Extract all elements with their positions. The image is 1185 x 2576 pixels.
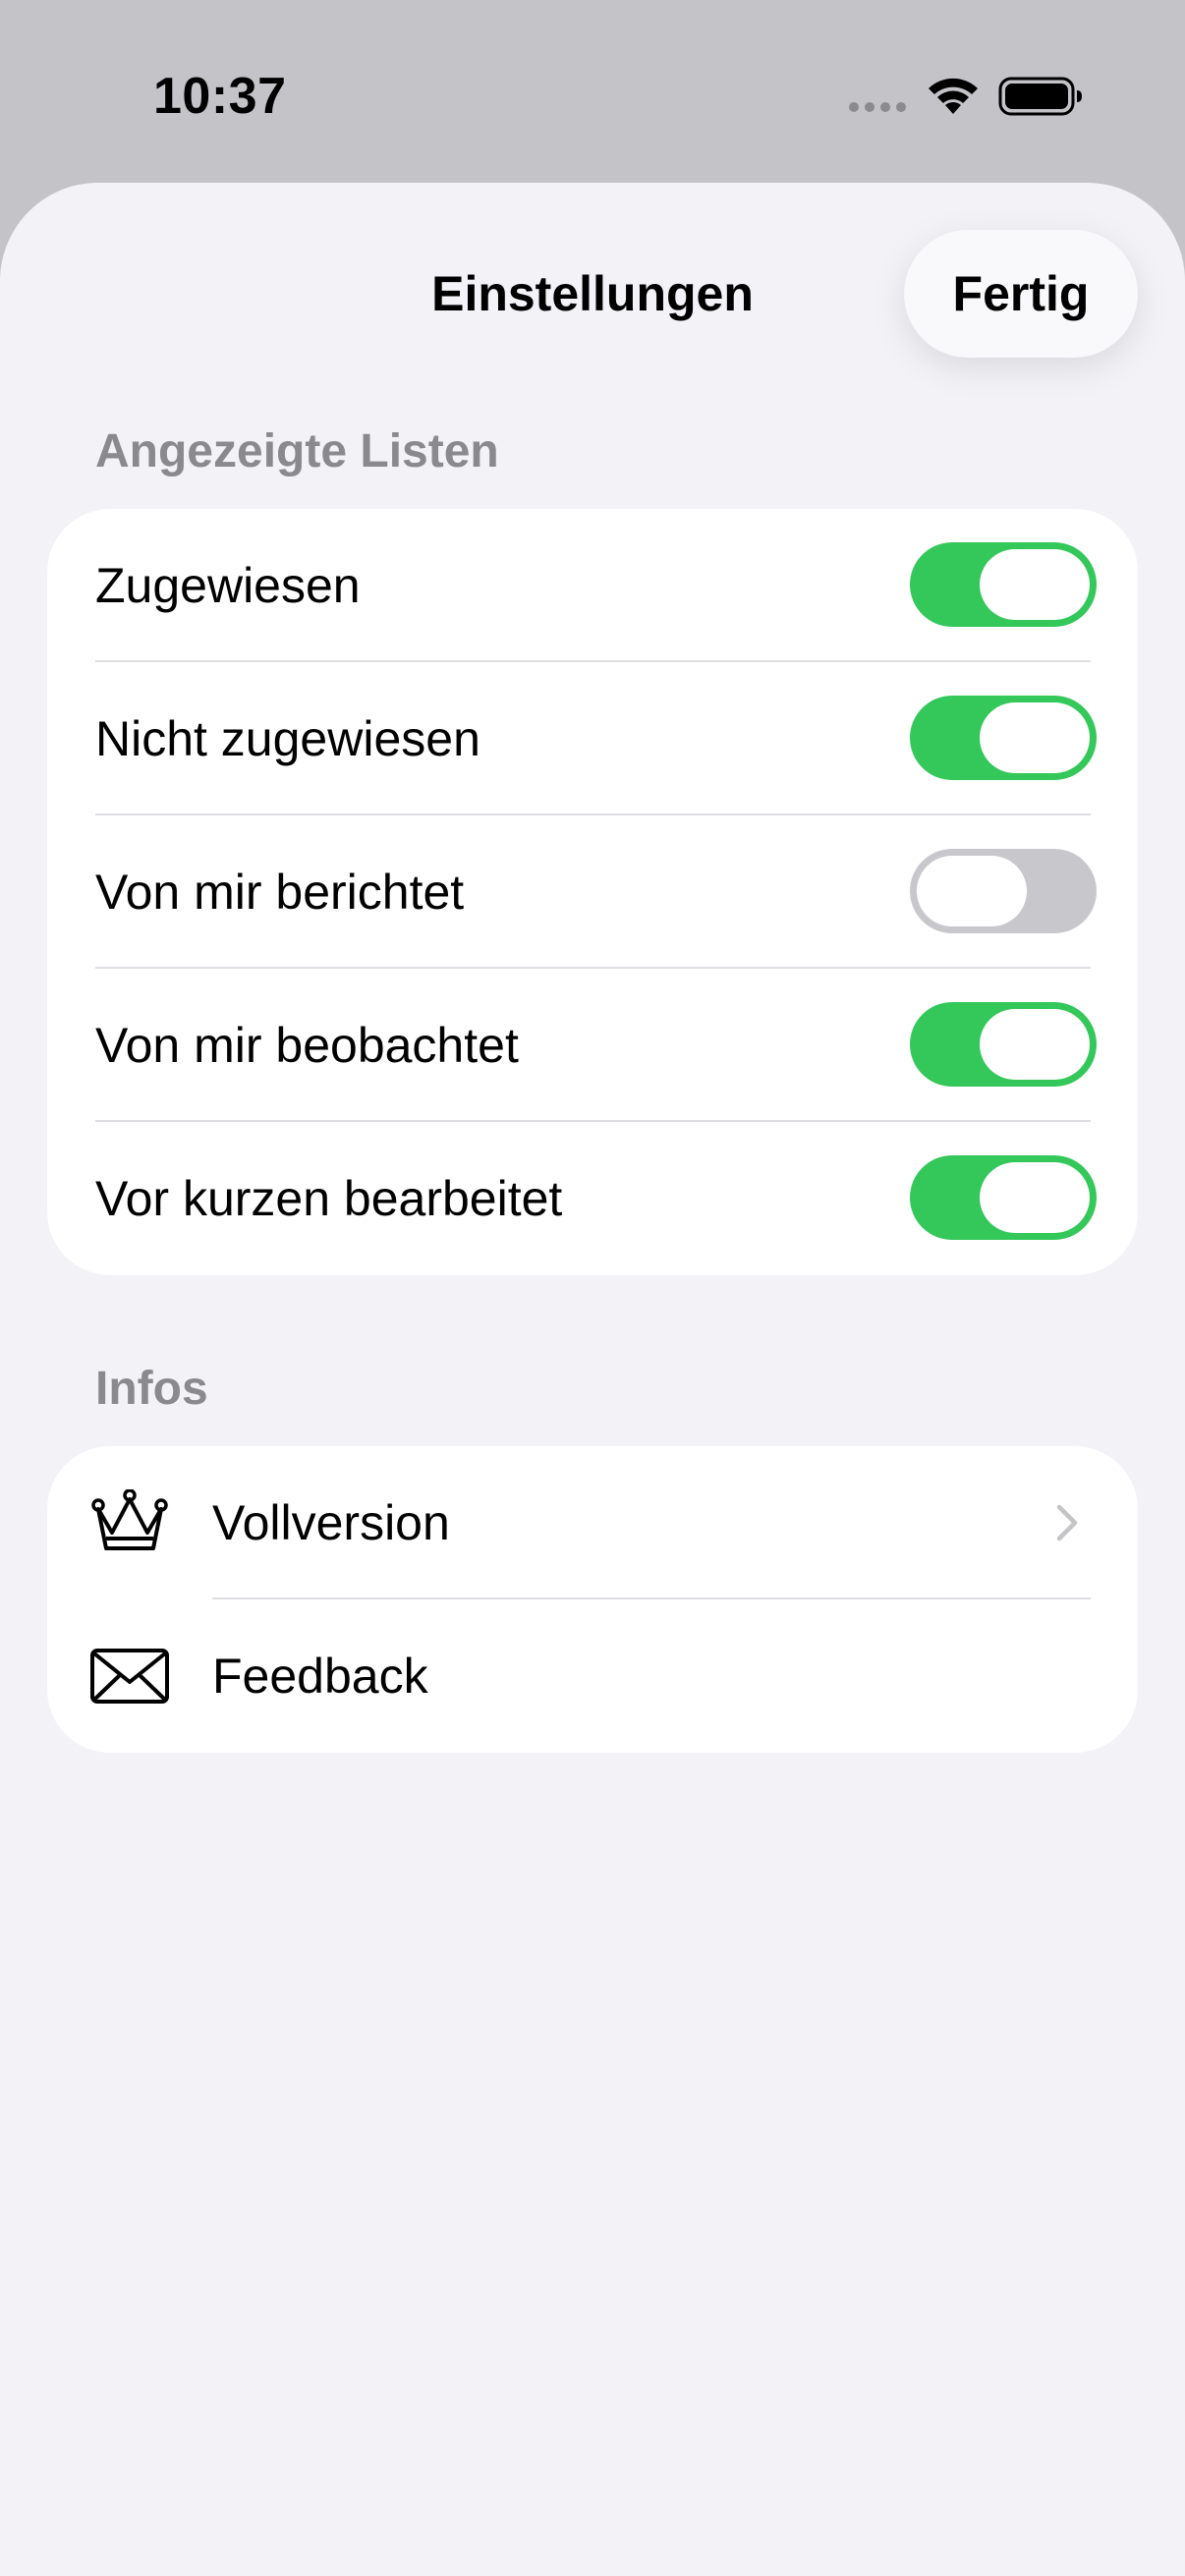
list-item-nicht-zugewiesen: Nicht zugewiesen bbox=[47, 662, 1138, 815]
full-version-row[interactable]: Vollversion bbox=[47, 1446, 1138, 1599]
crown-icon bbox=[91, 1489, 168, 1550]
envelope-icon bbox=[90, 1649, 169, 1704]
list-item-vor-kurzen-bearbeitet: Vor kurzen bearbeitet bbox=[47, 1122, 1138, 1275]
list-item-zugewiesen: Zugewiesen bbox=[47, 509, 1138, 662]
full-version-label: Vollversion bbox=[212, 1495, 450, 1550]
list-item-label: Vor kurzen bearbeitet bbox=[95, 1171, 563, 1226]
list-item-label: Zugewiesen bbox=[95, 558, 361, 613]
wifi-icon bbox=[929, 78, 978, 114]
list-item-von-mir-berichtet: Von mir berichtet bbox=[47, 815, 1138, 969]
infos-card: Vollversion Feedback bbox=[47, 1446, 1138, 1753]
feedback-row[interactable]: Feedback bbox=[47, 1599, 1138, 1753]
cellular-signal-icon bbox=[849, 102, 906, 112]
status-bar: 10:37 bbox=[0, 0, 1185, 187]
section-header-lists: Angezeigte Listen bbox=[95, 425, 499, 477]
list-item-label: Von mir berichtet bbox=[95, 865, 465, 920]
chevron-right-icon bbox=[1056, 1504, 1078, 1541]
status-time: 10:37 bbox=[153, 68, 287, 125]
zugewiesen-toggle[interactable] bbox=[910, 542, 1097, 627]
section-header-infos: Infos bbox=[95, 1363, 208, 1415]
von-mir-berichtet-toggle[interactable] bbox=[910, 849, 1097, 933]
nicht-zugewiesen-toggle[interactable] bbox=[910, 696, 1097, 780]
done-button[interactable]: Fertig bbox=[904, 230, 1138, 358]
von-mir-beobachtet-toggle[interactable] bbox=[910, 1002, 1097, 1087]
list-item-label: Von mir beobachtet bbox=[95, 1018, 519, 1073]
feedback-label: Feedback bbox=[212, 1649, 428, 1704]
list-item-von-mir-beobachtet: Von mir beobachtet bbox=[47, 969, 1138, 1122]
list-item-label: Nicht zugewiesen bbox=[95, 711, 480, 766]
vor-kurzen-bearbeitet-toggle[interactable] bbox=[910, 1155, 1097, 1240]
settings-sheet: Einstellungen Fertig Angezeigte Listen Z… bbox=[0, 183, 1185, 2576]
lists-card: Zugewiesen Nicht zugewiesen Von mir beri… bbox=[47, 509, 1138, 1275]
battery-icon bbox=[998, 77, 1082, 116]
